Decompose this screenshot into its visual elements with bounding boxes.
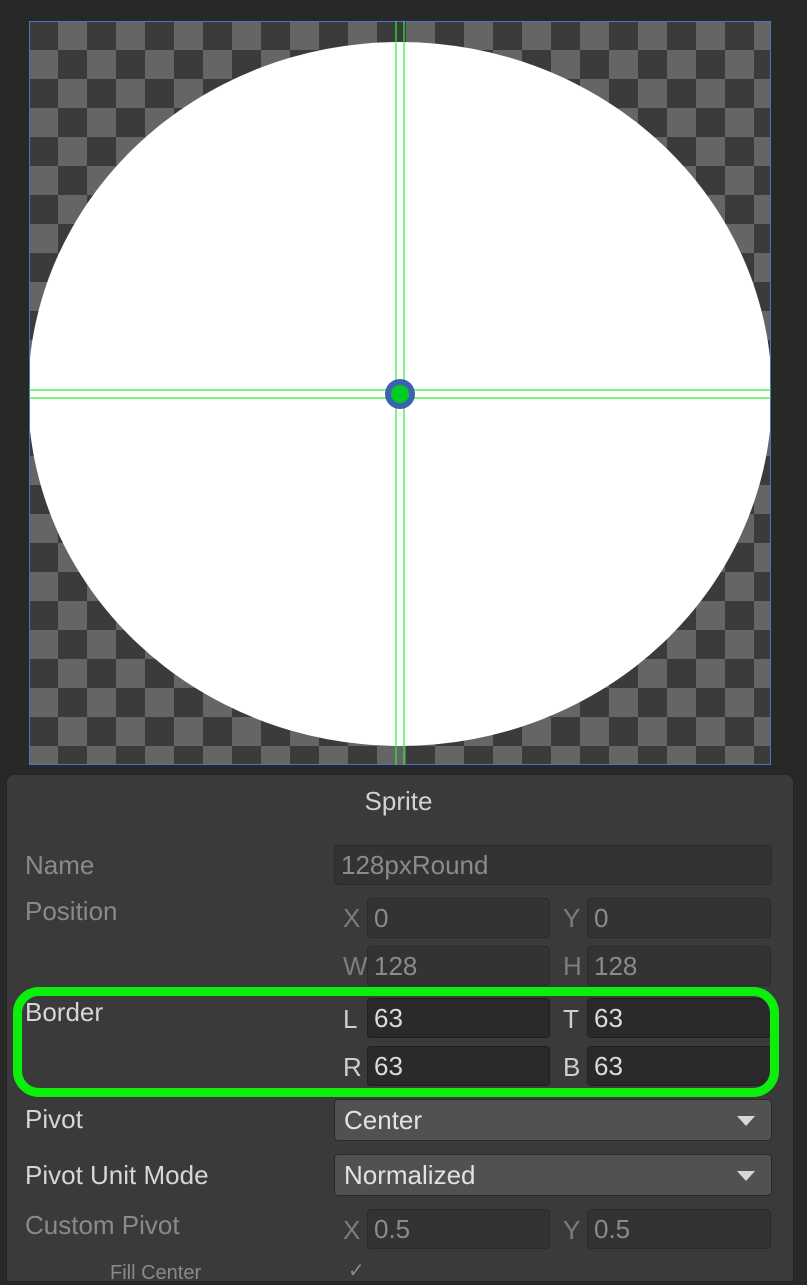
custom-pivot-y-label: Y xyxy=(563,1215,581,1245)
custom-pivot-x-field[interactable]: 0.5 xyxy=(367,1209,550,1249)
custom-pivot-label: Custom Pivot xyxy=(25,1210,180,1240)
border-r-label: R xyxy=(343,1052,362,1082)
pivot-unit-mode-value: Normalized xyxy=(344,1160,476,1190)
sprite-preview[interactable] xyxy=(29,21,771,765)
name-field[interactable]: 128pxRound xyxy=(334,845,772,885)
border-label: Border xyxy=(25,997,104,1027)
pivot-unit-mode-dropdown[interactable]: Normalized xyxy=(334,1154,772,1196)
fill-center-label: Fill Center xyxy=(110,1262,202,1284)
position-h-field[interactable]: 128 xyxy=(587,946,771,986)
custom-pivot-y-field[interactable]: 0.5 xyxy=(587,1209,771,1249)
border-t-field[interactable]: 63 xyxy=(587,998,771,1038)
pivot-dropdown[interactable]: Center xyxy=(334,1099,772,1141)
position-x-field[interactable]: 0 xyxy=(367,898,550,938)
border-b-field[interactable]: 63 xyxy=(587,1046,771,1086)
position-x-label: X xyxy=(343,903,361,933)
panel-title: Sprite xyxy=(364,786,433,816)
border-l-label: L xyxy=(343,1004,358,1034)
position-y-label: Y xyxy=(563,903,581,933)
sprite-canvas xyxy=(29,21,771,765)
position-h-label: H xyxy=(563,951,582,981)
sprite-editor-window: Sprite Name 128pxRound Position X 0 Y 0 … xyxy=(0,0,807,1284)
fill-center-checkbox[interactable]: ✓ xyxy=(348,1258,365,1283)
name-label: Name xyxy=(25,850,95,880)
border-t-label: T xyxy=(563,1004,579,1034)
pivot-handle-icon[interactable] xyxy=(385,379,415,409)
pivot-label: Pivot xyxy=(25,1104,83,1134)
pivot-unit-mode-label: Pivot Unit Mode xyxy=(25,1160,209,1190)
border-l-field[interactable]: 63 xyxy=(367,998,550,1038)
chevron-down-icon xyxy=(737,1171,755,1181)
custom-pivot-x-label: X xyxy=(343,1215,361,1245)
position-w-label: W xyxy=(343,951,368,981)
position-y-field[interactable]: 0 xyxy=(587,898,771,938)
position-w-field[interactable]: 128 xyxy=(367,946,550,986)
pivot-dropdown-value: Center xyxy=(344,1105,423,1135)
border-b-label: B xyxy=(563,1052,581,1082)
chevron-down-icon xyxy=(737,1116,755,1126)
border-r-field[interactable]: 63 xyxy=(367,1046,550,1086)
position-label: Position xyxy=(25,896,118,926)
